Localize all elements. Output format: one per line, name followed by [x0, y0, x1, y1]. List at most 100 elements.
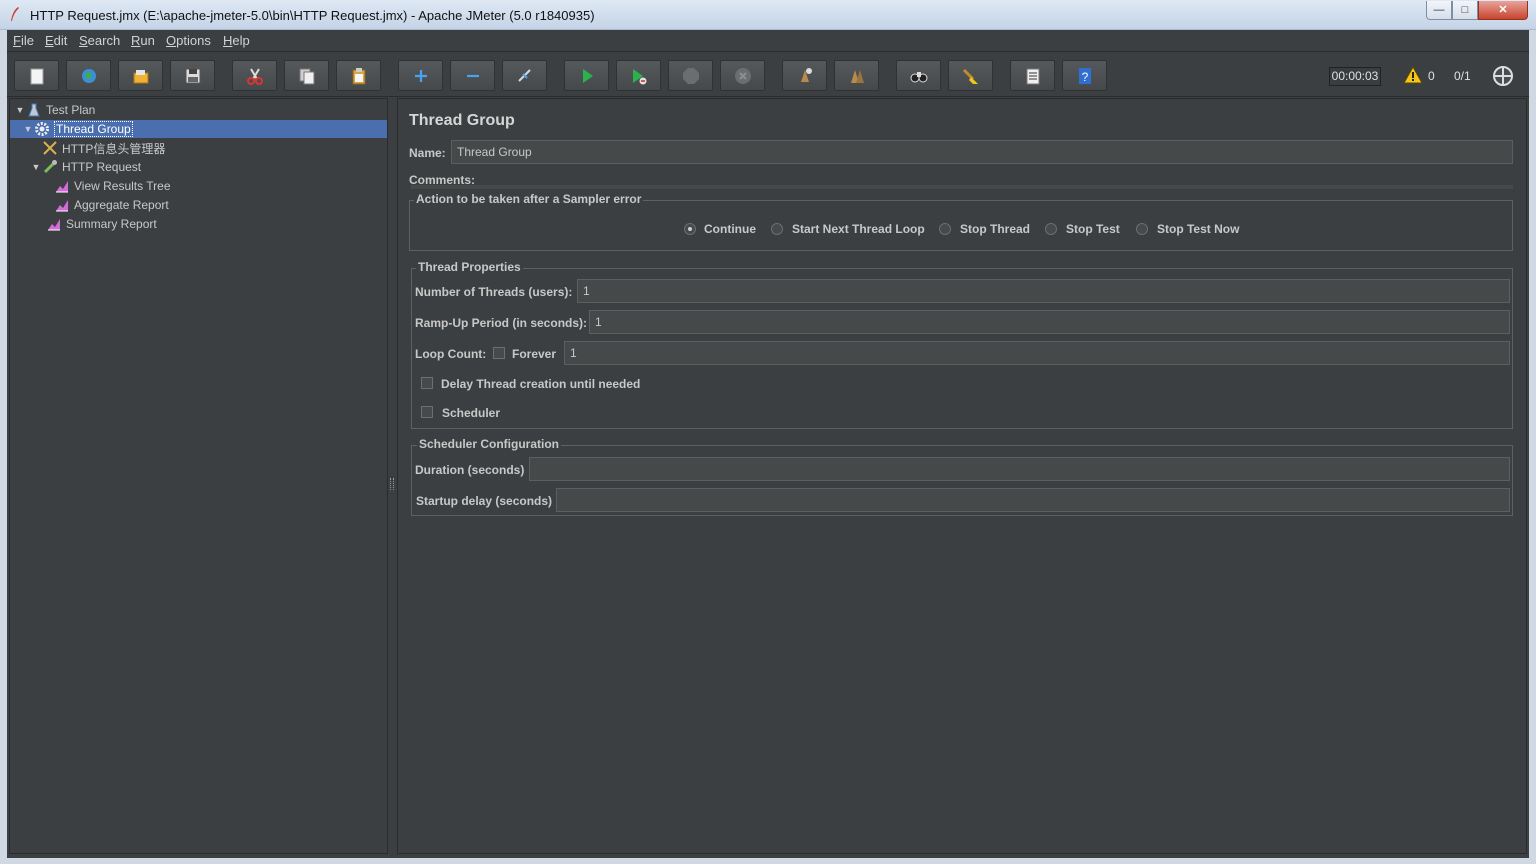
- duration-field[interactable]: [529, 457, 1510, 481]
- new-icon: [30, 68, 43, 84]
- toggle-icon: [517, 68, 531, 82]
- maximize-button[interactable]: □: [1452, 1, 1478, 20]
- scheduler-label[interactable]: Scheduler: [442, 406, 500, 420]
- rampup-label: Ramp-Up Period (in seconds):: [415, 316, 588, 330]
- startup-delay-label: Startup delay (seconds): [416, 494, 553, 508]
- menu-help[interactable]: Help: [223, 33, 250, 48]
- thread-group-editor: Thread Group Name: Thread Group Comments…: [397, 98, 1527, 854]
- radio-stop-test-now-label[interactable]: Stop Test Now: [1157, 222, 1239, 236]
- forever-checkbox[interactable]: [493, 347, 505, 359]
- radio-continue[interactable]: [684, 223, 696, 235]
- warning-count: 0: [1428, 69, 1435, 83]
- jmeter-feather-icon: [11, 7, 19, 21]
- menu-edit[interactable]: Edit: [45, 33, 67, 48]
- templates-icon: [81, 68, 96, 83]
- tree-item-test-plan[interactable]: ▼ Test Plan: [14, 101, 96, 119]
- save-icon: [185, 68, 200, 83]
- reset-search-button[interactable]: [948, 60, 993, 91]
- clear-button[interactable]: [782, 60, 827, 91]
- tree-toggle[interactable]: ▼: [30, 162, 42, 172]
- listener-graph-icon: [56, 181, 68, 193]
- paste-icon: [352, 67, 365, 84]
- help-button[interactable]: ?: [1062, 60, 1107, 91]
- start-button[interactable]: [564, 60, 609, 91]
- clear-all-button[interactable]: [834, 60, 879, 91]
- menu-run[interactable]: Run: [131, 33, 155, 48]
- function-helper-button[interactable]: [1010, 60, 1055, 91]
- tree-toggle[interactable]: ▼: [22, 124, 34, 134]
- tree-item-summary-report[interactable]: Summary Report: [46, 215, 157, 233]
- scheduler-config-legend: Scheduler Configuration: [417, 437, 562, 451]
- thread-properties-legend: Thread Properties: [416, 260, 523, 274]
- delay-thread-label[interactable]: Delay Thread creation until needed: [441, 377, 640, 391]
- name-field[interactable]: Thread Group: [451, 140, 1513, 164]
- new-button[interactable]: [14, 60, 59, 91]
- test-plan-tree: ▼ Test Plan ▼ Thread Group HTTP信息头管理器 ▼ …: [9, 98, 388, 854]
- tree-item-aggregate-report[interactable]: Aggregate Report: [54, 196, 169, 214]
- loop-count-field[interactable]: 1: [564, 341, 1510, 365]
- rampup-field[interactable]: 1: [589, 310, 1510, 334]
- test-plan-icon: [28, 103, 40, 117]
- expand-icon: [414, 69, 427, 82]
- stop-icon: [682, 67, 699, 84]
- function-helper-icon: [1026, 68, 1039, 84]
- stop-button[interactable]: [668, 60, 713, 91]
- search-icon: [910, 71, 927, 82]
- radio-stop-thread-label[interactable]: Stop Thread: [960, 222, 1030, 236]
- menu-search[interactable]: Search: [79, 33, 120, 48]
- threads-field[interactable]: 1: [577, 279, 1510, 303]
- templates-button[interactable]: [66, 60, 111, 91]
- split-pane-divider[interactable]: [390, 478, 394, 490]
- startup-delay-field[interactable]: [556, 488, 1510, 512]
- sampler-pipette-icon: [43, 160, 57, 174]
- minimize-button[interactable]: —: [1426, 1, 1452, 20]
- menu-options[interactable]: Options: [166, 33, 211, 48]
- close-button[interactable]: ✕: [1478, 1, 1528, 20]
- sampler-error-legend: Action to be taken after a Sampler error: [414, 192, 644, 206]
- delay-thread-checkbox[interactable]: [421, 377, 433, 389]
- forever-label[interactable]: Forever: [512, 347, 556, 361]
- toggle-button[interactable]: [502, 60, 547, 91]
- collapse-icon: [466, 74, 479, 77]
- radio-start-next-thread-loop[interactable]: [771, 223, 783, 235]
- listener-graph-icon: [48, 219, 60, 231]
- page-title: Thread Group: [409, 112, 515, 129]
- tree-item-http-request[interactable]: ▼ HTTP Request: [30, 158, 141, 176]
- reset-search-icon: [962, 68, 978, 84]
- scheduler-checkbox[interactable]: [421, 406, 433, 418]
- cut-button[interactable]: [232, 60, 277, 91]
- copy-button[interactable]: [284, 60, 329, 91]
- radio-stop-test[interactable]: [1045, 223, 1057, 235]
- tree-item-header-manager[interactable]: HTTP信息头管理器: [42, 139, 165, 157]
- tree-toggle[interactable]: ▼: [14, 105, 26, 115]
- radio-stop-test-now[interactable]: [1136, 223, 1148, 235]
- threads-label: Number of Threads (users):: [415, 285, 573, 299]
- warning-icon[interactable]: [1403, 66, 1423, 84]
- shutdown-button[interactable]: [720, 60, 765, 91]
- start-no-pauses-button[interactable]: [616, 60, 661, 91]
- svg-text:?: ?: [1081, 70, 1088, 84]
- tree-item-view-results-tree[interactable]: View Results Tree: [54, 177, 171, 195]
- collapse-all-button[interactable]: [450, 60, 495, 91]
- start-icon: [582, 68, 593, 83]
- window-titlebar: HTTP Request.jmx (E:\apache-jmeter-5.0\b…: [0, 0, 1536, 30]
- save-button[interactable]: [170, 60, 215, 91]
- radio-stop-thread[interactable]: [939, 223, 951, 235]
- radio-continue-label[interactable]: Continue: [704, 222, 756, 236]
- shutdown-icon: [734, 67, 751, 84]
- active-threads-count: 0/1: [1454, 69, 1471, 83]
- radio-start-next-thread-loop-label[interactable]: Start Next Thread Loop: [792, 222, 925, 236]
- expand-all-button[interactable]: [398, 60, 443, 91]
- open-button[interactable]: [118, 60, 163, 91]
- tree-item-thread-group[interactable]: ▼ Thread Group: [10, 120, 387, 138]
- radio-stop-test-label[interactable]: Stop Test: [1066, 222, 1120, 236]
- search-button[interactable]: [896, 60, 941, 91]
- menu-file[interactable]: File: [13, 33, 34, 48]
- clear-all-icon: [850, 69, 864, 83]
- copy-icon: [299, 68, 314, 84]
- paste-button[interactable]: [336, 60, 381, 91]
- remote-engines-icon[interactable]: [1492, 65, 1514, 87]
- scheduler-config-group: Scheduler Configuration Duration (second…: [411, 437, 1513, 516]
- comments-field[interactable]: [411, 185, 1513, 189]
- jmeter-app: File Edit Search Run Options Help ? 00:0…: [7, 30, 1529, 858]
